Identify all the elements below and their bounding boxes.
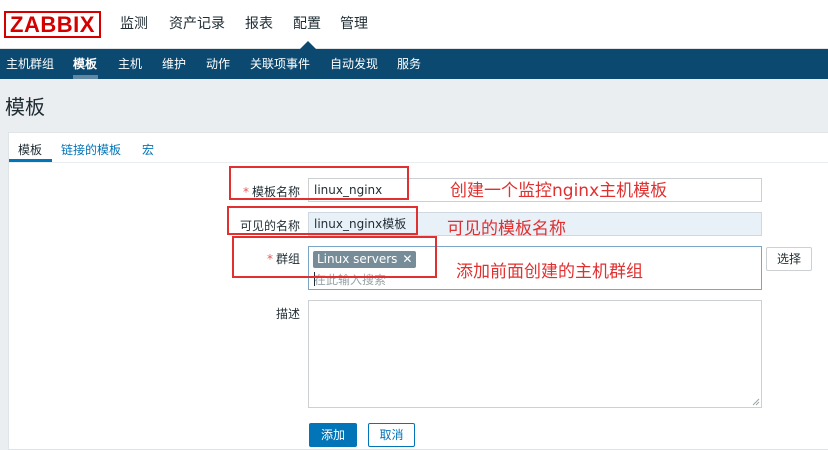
tab-bar: 模板 链接的模板 宏 — [9, 133, 828, 163]
tab-template[interactable]: 模板 — [18, 141, 42, 158]
subnav-host-groups[interactable]: 主机群组 — [6, 49, 54, 79]
tab-linked-templates[interactable]: 链接的模板 — [61, 141, 121, 158]
top-bar: ZABBIX 监测 资产记录 报表 配置 管理 — [0, 0, 828, 49]
resize-grip-icon[interactable] — [752, 398, 760, 406]
subnav-hosts[interactable]: 主机 — [118, 49, 142, 79]
description-textarea[interactable] — [308, 300, 762, 408]
subnav-maintenance[interactable]: 维护 — [162, 49, 186, 79]
subnav-discovery[interactable]: 自动发现 — [330, 49, 378, 79]
annotation-box-template-name — [229, 166, 409, 200]
active-subnav-indicator — [73, 75, 98, 79]
top-menu-inventory[interactable]: 资产记录 — [169, 0, 225, 49]
top-menu-administration[interactable]: 管理 — [340, 0, 368, 49]
subnav-actions[interactable]: 动作 — [206, 49, 230, 79]
annotation-visible-name: 可见的模板名称 — [447, 219, 566, 239]
annotation-groups: 添加前面创建的主机群组 — [456, 262, 643, 282]
annotation-box-groups — [232, 236, 437, 278]
top-menu-reports[interactable]: 报表 — [245, 0, 273, 49]
active-menu-caret — [300, 41, 316, 49]
subnav-services[interactable]: 服务 — [397, 49, 421, 79]
sub-navigation: 主机群组 模板 主机 维护 动作 关联项事件 自动发现 服务 — [0, 49, 828, 79]
select-groups-button[interactable]: 选择 — [766, 247, 812, 271]
page-title: 模板 — [5, 95, 45, 119]
annotation-box-visible-name — [227, 206, 418, 235]
cancel-button[interactable]: 取消 — [368, 423, 415, 447]
subnav-correlation[interactable]: 关联项事件 — [250, 49, 310, 79]
add-button[interactable]: 添加 — [309, 423, 357, 447]
annotation-template-name: 创建一个监控nginx主机模板 — [450, 181, 668, 201]
description-label: 描述 — [275, 307, 300, 321]
top-menu-monitoring[interactable]: 监测 — [120, 0, 148, 49]
zabbix-logo[interactable]: ZABBIX — [4, 11, 101, 38]
tab-macros[interactable]: 宏 — [142, 141, 154, 158]
active-tab-indicator — [9, 159, 52, 162]
